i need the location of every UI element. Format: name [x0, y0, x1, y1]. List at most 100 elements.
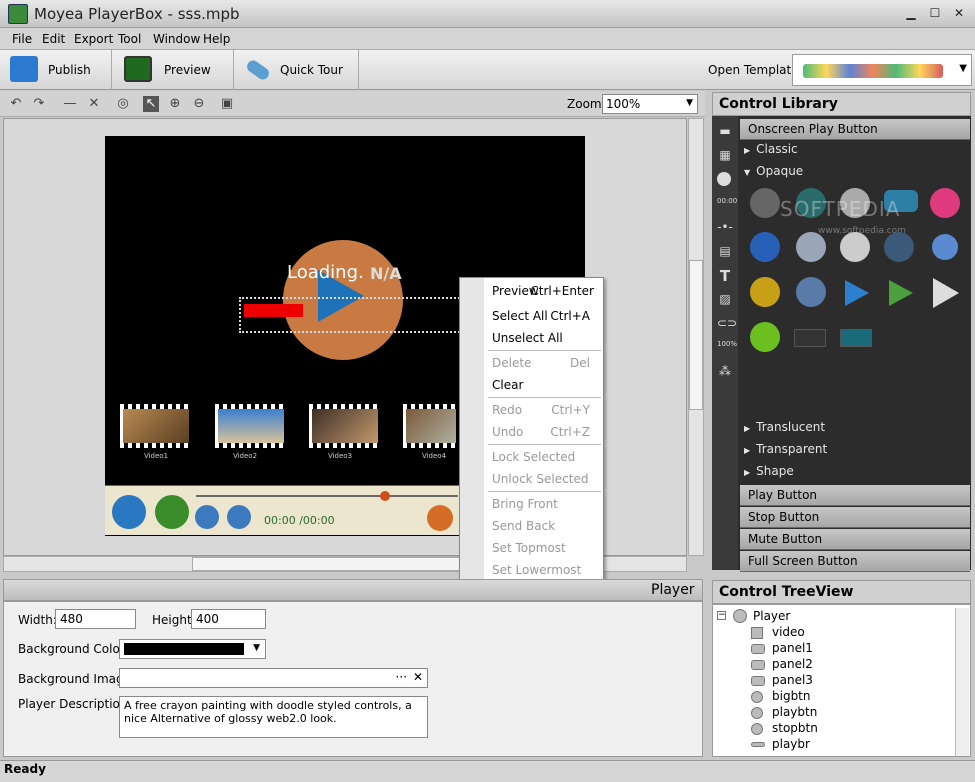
slider-icon[interactable]: -•-: [717, 220, 733, 236]
percent-icon[interactable]: 100%: [717, 340, 737, 356]
onscreen-button-icon[interactable]: [717, 172, 731, 186]
link-icon[interactable]: ⊂⊃: [717, 316, 737, 332]
collapse-icon[interactable]: −: [717, 611, 726, 620]
delete-icon[interactable]: ✕: [86, 96, 102, 112]
menu-tool[interactable]: Tool: [118, 32, 141, 46]
ctx-undo[interactable]: Undo Ctrl+Z: [492, 425, 596, 439]
video-category-icon[interactable]: ▦: [717, 148, 733, 164]
template-dropdown[interactable]: ▼: [792, 54, 972, 86]
screen-icon[interactable]: ▣: [219, 96, 235, 112]
tree-node-player[interactable]: Player: [753, 609, 790, 623]
stop-button-icon[interactable]: [155, 495, 189, 529]
ctx-delete[interactable]: Delete Del: [492, 356, 596, 370]
play-button-preview[interactable]: [796, 232, 826, 262]
menu-file[interactable]: File: [12, 32, 32, 46]
playlist-icon[interactable]: [427, 505, 453, 531]
rewind-icon[interactable]: [195, 505, 219, 529]
tree-node[interactable]: playbtn: [772, 705, 817, 719]
ctx-select-all[interactable]: Select All Ctrl+A: [492, 309, 596, 323]
play-triangle-preview[interactable]: [845, 280, 869, 306]
minimize-button[interactable]: ▁: [902, 5, 920, 21]
ctx-preview[interactable]: Preview Ctrl+Enter: [492, 284, 600, 298]
tree-node[interactable]: bigbtn: [772, 689, 811, 703]
seek-bar[interactable]: [196, 495, 458, 497]
ctx-set-topmost[interactable]: Set Topmost: [492, 541, 600, 555]
play-button-preview[interactable]: [930, 188, 960, 218]
onscreen-play-button-header[interactable]: Onscreen Play Button: [740, 119, 970, 140]
ctx-bring-front[interactable]: Bring Front: [492, 497, 600, 511]
minus-icon[interactable]: —: [62, 96, 78, 112]
play-button-section[interactable]: Play Button: [740, 485, 970, 506]
play-button-preview[interactable]: [840, 329, 872, 347]
quick-tour-button[interactable]: Quick Tour: [234, 50, 359, 90]
play-button-preview[interactable]: [750, 232, 780, 262]
tree-node[interactable]: playbr: [772, 737, 810, 751]
tree-transparent[interactable]: ▶ Transparent: [744, 442, 827, 456]
tree-node[interactable]: panel1: [772, 641, 813, 655]
player-description-field[interactable]: A free crayon painting with doodle style…: [119, 696, 428, 738]
image-icon[interactable]: ▨: [717, 292, 733, 308]
ctx-lock-selected[interactable]: Lock Selected: [492, 450, 600, 464]
tree-shape[interactable]: ▶ Shape: [744, 464, 794, 478]
play-triangle-preview[interactable]: [933, 278, 959, 308]
play-button-preview[interactable]: [750, 277, 780, 307]
ctx-send-back[interactable]: Send Back: [492, 519, 600, 533]
clear-icon[interactable]: ✕: [413, 670, 423, 684]
stop-button-section[interactable]: Stop Button: [740, 507, 970, 528]
ctx-set-lowermost[interactable]: Set Lowermost: [492, 563, 600, 577]
tree-node[interactable]: panel3: [772, 673, 813, 687]
seek-handle[interactable]: [380, 491, 390, 501]
select-icon[interactable]: ↖: [143, 96, 159, 112]
zoom-out-icon[interactable]: ⊖: [191, 96, 207, 112]
mute-button-section[interactable]: Mute Button: [740, 529, 970, 550]
width-field[interactable]: 480: [55, 609, 136, 629]
tree-node[interactable]: panel2: [772, 657, 813, 671]
zoom-in-icon[interactable]: ⊕: [167, 96, 183, 112]
play-button-preview[interactable]: [794, 329, 826, 347]
zoom-fit-icon[interactable]: ◎: [115, 96, 131, 112]
horizontal-scroll-thumb[interactable]: [192, 557, 492, 571]
preview-button[interactable]: Preview: [112, 50, 234, 90]
background-image-field[interactable]: ··· ✕: [119, 668, 428, 688]
publish-button[interactable]: Publish: [0, 50, 112, 90]
menu-window[interactable]: Window: [153, 32, 200, 46]
ctx-unlock-selected[interactable]: Unlock Selected: [492, 472, 600, 486]
play-button-icon[interactable]: [112, 495, 146, 529]
tree-classic[interactable]: ▶ Classic: [744, 142, 798, 156]
treeview-scrollbar[interactable]: [955, 608, 969, 756]
play-button-preview[interactable]: [750, 322, 780, 352]
tree-opaque[interactable]: ▼ Opaque: [744, 164, 803, 178]
video-thumbnail[interactable]: [403, 404, 459, 448]
close-button[interactable]: ✕: [950, 5, 968, 21]
text-icon[interactable]: T: [717, 267, 733, 285]
ctx-redo[interactable]: Redo Ctrl+Y: [492, 403, 596, 417]
play-button-preview[interactable]: [884, 232, 914, 262]
menu-help[interactable]: Help: [203, 32, 230, 46]
zoom-select[interactable]: 100% ▼: [602, 94, 698, 114]
undo-icon[interactable]: ↶: [8, 96, 24, 112]
button-category-icon[interactable]: ▬: [717, 124, 733, 140]
height-field[interactable]: 400: [191, 609, 266, 629]
menu-edit[interactable]: Edit: [42, 32, 65, 46]
video-thumbnail[interactable]: [215, 404, 287, 448]
fast-forward-icon[interactable]: [227, 505, 251, 529]
video-thumbnail[interactable]: [309, 404, 381, 448]
effects-icon[interactable]: ⁂: [717, 364, 733, 380]
tree-node[interactable]: stopbtn: [772, 721, 818, 735]
play-button-preview[interactable]: [840, 232, 870, 262]
time-display-icon[interactable]: 00:00: [717, 197, 737, 213]
browse-icon[interactable]: ···: [396, 670, 407, 684]
maximize-button[interactable]: ☐: [926, 5, 944, 21]
play-button-preview[interactable]: [796, 277, 826, 307]
ctx-unselect-all[interactable]: Unselect All: [492, 331, 600, 345]
ctx-clear[interactable]: Clear: [492, 378, 600, 392]
play-triangle-preview[interactable]: [889, 280, 913, 306]
full-screen-button-section[interactable]: Full Screen Button: [740, 551, 970, 572]
tree-translucent[interactable]: ▶ Translucent: [744, 420, 825, 434]
tree-node[interactable]: video: [772, 625, 805, 639]
redo-icon[interactable]: ↷: [31, 96, 47, 112]
video-thumbnail[interactable]: [120, 404, 192, 448]
playlist-category-icon[interactable]: ▤: [717, 244, 733, 260]
play-button-preview[interactable]: [932, 234, 958, 260]
vertical-scroll-thumb[interactable]: [689, 260, 703, 410]
